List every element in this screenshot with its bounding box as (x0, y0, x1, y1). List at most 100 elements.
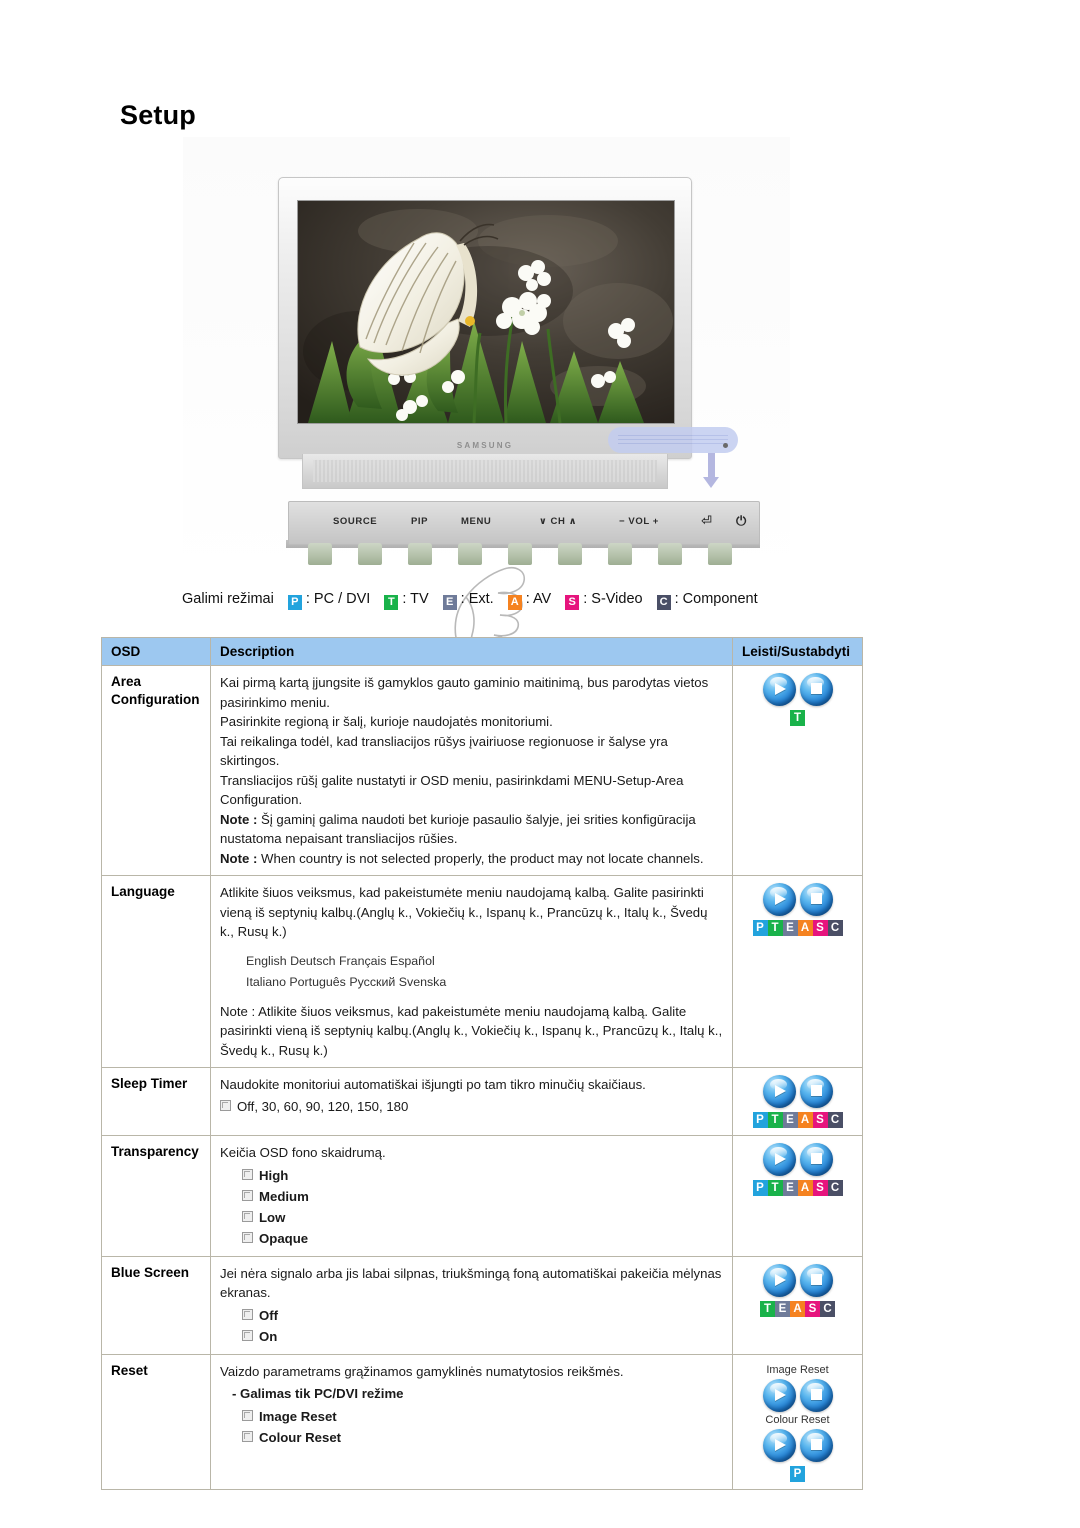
option-list: Image Reset Colour Reset (220, 1406, 723, 1448)
header-enable: Leisti/Sustabdyti (732, 637, 863, 666)
description-cell: Naudokite monitoriui automatiškai išjung… (210, 1067, 733, 1136)
control-menu[interactable]: MENU (461, 516, 491, 527)
control-label: Colour Reset (765, 1413, 830, 1426)
stop-sphere-icon[interactable] (799, 1263, 833, 1297)
osd-table: OSD Description Leisti/Sustabdyti Area C… (101, 637, 863, 1490)
table-row: Blue Screen Jei nėra signalo arba jis lab… (101, 1255, 863, 1355)
mode-tag-a-icon: A (790, 1300, 805, 1317)
monitor-neck (302, 454, 668, 489)
control-label: Image Reset (766, 1363, 829, 1376)
play-sphere-icon[interactable] (762, 883, 796, 916)
list-item[interactable]: Off (242, 1305, 723, 1326)
table-row: Area Configuration Kai pirmą kartą įjungs… (101, 665, 863, 876)
mode-label: : S-Video (583, 591, 643, 607)
monitor-button[interactable] (358, 543, 382, 565)
bullet-square-icon (242, 1231, 253, 1243)
mode-tag-c-icon: C (827, 1180, 843, 1196)
control-volume[interactable]: − VOL + (619, 516, 659, 527)
list-item[interactable]: Image Reset (242, 1406, 723, 1427)
power-icon[interactable]: ⏻ (736, 513, 747, 529)
play-sphere-icon[interactable] (762, 1263, 796, 1297)
mode-tag-t-icon: T (767, 1112, 783, 1128)
description-cell: Kai pirmą kartą įjungsite iš gamyklos ga… (210, 665, 733, 876)
list-item[interactable]: High (242, 1165, 723, 1186)
badge-e-icon: E (442, 595, 457, 610)
monitor-button[interactable] (558, 543, 582, 565)
callout-arrow-stem (708, 453, 715, 479)
reset-control-group: Image Reset (742, 1364, 853, 1412)
mode-tag-c-icon: C (827, 1112, 843, 1128)
mode-tag-row: PTEASC (742, 920, 853, 936)
stop-sphere-icon[interactable] (799, 883, 833, 916)
enable-disable-buttons (742, 1143, 853, 1176)
list-item[interactable]: Colour Reset (242, 1427, 723, 1448)
description-cell: Keičia OSD fono skaidrumą. High Medium Low O… (210, 1135, 733, 1257)
monitor-screen (297, 200, 675, 424)
badge-s-icon: S (565, 595, 580, 610)
osd-table-body: Area Configuration Kai pirmą kartą įjungs… (101, 665, 863, 1490)
enable-disable-buttons (742, 1428, 853, 1462)
enable-disable-buttons (742, 883, 853, 916)
stop-sphere-icon[interactable] (799, 1075, 833, 1108)
enter-icon[interactable]: ⏎ (701, 513, 713, 529)
mode-label: : TV (402, 591, 429, 607)
monitor-button[interactable] (308, 543, 332, 565)
play-sphere-icon[interactable] (762, 1378, 796, 1412)
bullet-square-icon (242, 1210, 253, 1222)
mode-tag-s-icon: S (812, 920, 828, 936)
monitor-button[interactable] (408, 543, 432, 565)
list-item[interactable]: Off, 30, 60, 90, 120, 150, 180 (220, 1097, 723, 1117)
monitor-button[interactable] (708, 543, 732, 565)
table-header-row: OSD Description Leisti/Sustabdyti (101, 637, 863, 666)
list-item[interactable]: Medium (242, 1186, 723, 1207)
mode-tv: T: TV (384, 591, 429, 610)
mode-tag-a-icon: A (797, 1112, 813, 1128)
mode-tag-row: TEASC (742, 1300, 853, 1317)
stop-sphere-icon[interactable] (799, 1143, 833, 1176)
reset-control-group: Colour Reset (742, 1414, 853, 1462)
badge-t-icon: T (384, 595, 399, 610)
description-paragraph: Transliacijos rūšį galite nustatyti ir O… (220, 772, 684, 808)
mode-tag-s-icon: S (812, 1180, 828, 1196)
description-cell: Atlikite šiuos veiksmus, kad pakeistumėt… (210, 875, 733, 1068)
butterfly-photo (298, 201, 674, 423)
bullet-square-icon (242, 1430, 253, 1442)
table-row: Reset Vaizdo parametrams grąžinamos gamyk… (101, 1353, 863, 1490)
control-channel[interactable]: ∨ CH ∧ (539, 516, 577, 527)
mode-tag-p-icon: P (752, 1180, 768, 1196)
stop-sphere-icon[interactable] (799, 1378, 833, 1412)
stop-sphere-icon[interactable] (799, 1428, 833, 1462)
availability-note: - Galimas tik PC/DVI režime (232, 1386, 404, 1401)
list-item[interactable]: Low (242, 1207, 723, 1228)
language-row: English Deutsch Français Español (246, 953, 435, 968)
control-pip[interactable]: PIP (411, 516, 428, 527)
list-item[interactable]: On (242, 1326, 723, 1347)
description-paragraph: Pasirinkite regioną ir šalį, kurioje nau… (220, 714, 553, 729)
control-source[interactable]: SOURCE (333, 516, 377, 527)
monitor-button[interactable] (608, 543, 632, 565)
play-sphere-icon[interactable] (762, 1075, 796, 1108)
monitor-button[interactable] (658, 543, 682, 565)
list-item[interactable]: Opaque (242, 1228, 723, 1249)
mode-tag-t-icon: T (760, 1300, 775, 1317)
mode-ext: E: Ext. (442, 591, 494, 610)
note-paragraph: Note : Šį gaminį galima naudoti bet kuri… (220, 811, 696, 847)
play-sphere-icon[interactable] (762, 1428, 796, 1462)
page-title: Setup (120, 100, 197, 130)
play-sphere-icon[interactable] (762, 1143, 796, 1176)
mode-svideo: S: S-Video (565, 591, 643, 610)
modes-label: Galimi režimai (182, 591, 274, 607)
stop-sphere-icon[interactable] (799, 673, 833, 706)
mode-tag-e-icon: E (782, 920, 798, 936)
mode-tag-p-icon: P (790, 1465, 805, 1482)
play-sphere-icon[interactable] (762, 673, 796, 706)
description-cell: Jei nėra signalo arba jis labai silpnas,… (210, 1255, 733, 1355)
header-description: Description (210, 637, 733, 666)
monitor-illustration: SAMSUNG SOURCE PIP MENU ∨ CH ∧ − VOL + ⏎ (183, 137, 790, 662)
mode-tag-s-icon: S (805, 1300, 820, 1317)
mode-tag-p-icon: P (752, 920, 768, 936)
enable-disable-cell: T (732, 665, 863, 876)
mode-tag-c-icon: C (820, 1300, 835, 1317)
bullet-square-icon (242, 1189, 253, 1201)
option-list: Off On (220, 1305, 723, 1347)
